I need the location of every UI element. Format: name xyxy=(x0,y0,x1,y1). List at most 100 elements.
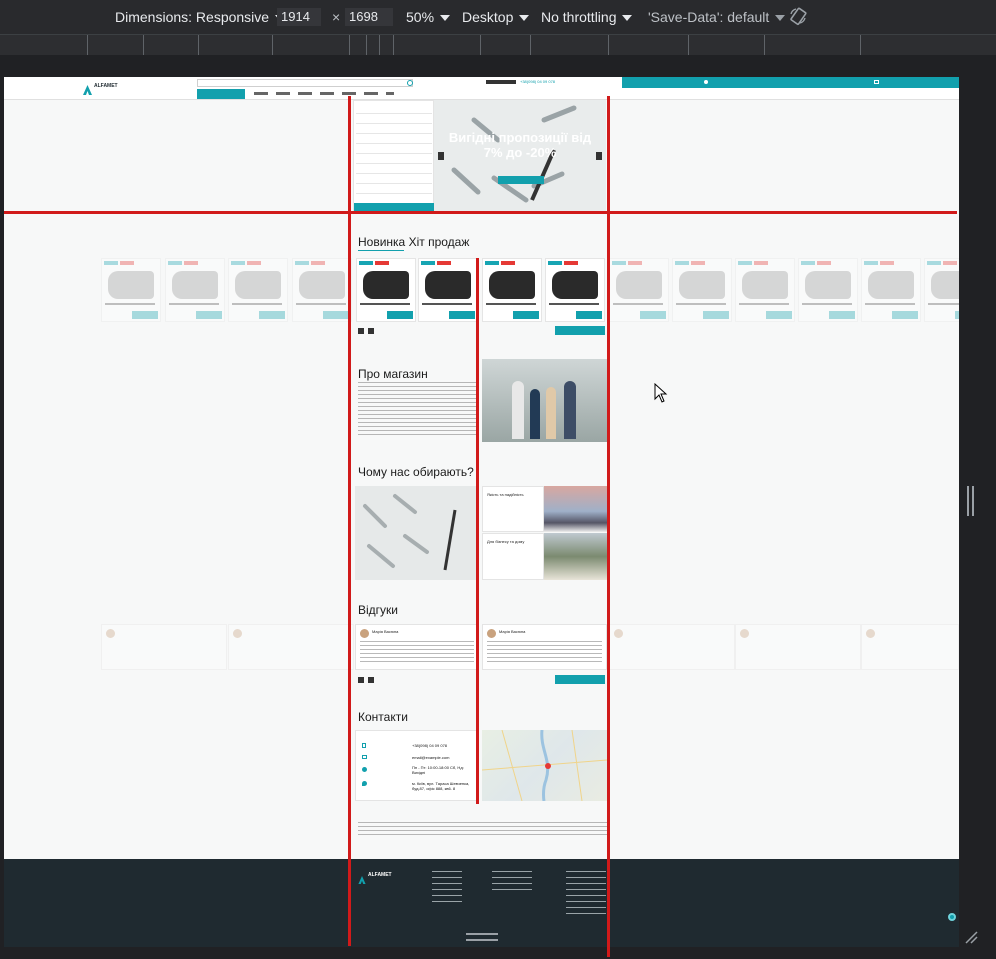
media-query-ruler[interactable] xyxy=(0,34,996,55)
why-card: Якість та надійність xyxy=(482,486,544,532)
review-card: Марія Васюна xyxy=(482,624,607,670)
product-card[interactable] xyxy=(418,258,478,322)
review-card xyxy=(101,624,227,670)
width-input[interactable]: 1914 xyxy=(277,8,321,26)
viewport-resize-handle-bottom[interactable] xyxy=(466,933,498,941)
contacts-card: +38(098) 04 09 078 email@example.com Пн … xyxy=(355,730,479,801)
mouse-cursor-icon xyxy=(654,382,668,408)
cart-icon[interactable] xyxy=(874,80,879,84)
hero-cta-button[interactable] xyxy=(498,176,544,184)
contact-email[interactable]: email@example.com xyxy=(412,755,449,760)
hero-next-arrow[interactable] xyxy=(596,152,602,160)
hero-banner[interactable]: Вигідні пропозиції від 7% до -20% xyxy=(434,100,606,212)
chevron-down-icon xyxy=(622,15,633,22)
why-card-title: Якість та надійність xyxy=(487,492,524,497)
reviewer-name: Марія Васюна xyxy=(499,629,526,634)
clock-icon xyxy=(362,767,367,772)
product-card[interactable] xyxy=(861,258,921,322)
product-card[interactable] xyxy=(482,258,542,322)
page-viewport: ALFAMET +38(098) 04 09 078 Вигідні пропо… xyxy=(4,77,959,859)
review-card xyxy=(228,624,354,670)
logo-mark-icon xyxy=(83,82,92,95)
zoom-dropdown[interactable]: 50% xyxy=(406,9,451,25)
dimensions-dropdown[interactable]: Dimensions: Responsive xyxy=(115,9,286,25)
site-header: ALFAMET +38(098) 04 09 078 xyxy=(4,77,959,100)
footer-nav-links[interactable] xyxy=(432,871,462,905)
viewport-resize-handle-right[interactable] xyxy=(967,486,974,516)
hero-prev-arrow[interactable] xyxy=(438,152,444,160)
product-card[interactable] xyxy=(924,258,959,322)
device-type-dropdown[interactable]: Desktop xyxy=(462,9,530,25)
save-data-label: 'Save-Data': default xyxy=(648,9,770,25)
review-card xyxy=(861,624,959,670)
category-list[interactable] xyxy=(356,104,432,200)
phone-icon xyxy=(362,743,366,748)
seo-text xyxy=(358,822,608,836)
product-card[interactable] xyxy=(609,258,669,322)
footer-contacts xyxy=(566,871,606,915)
product-card[interactable] xyxy=(672,258,732,322)
review-card xyxy=(609,624,735,670)
product-card[interactable] xyxy=(228,258,288,322)
guide-line-center xyxy=(476,258,479,804)
contact-address: м. Київ, вул. Тараса Шевченка, буд.87, о… xyxy=(412,781,470,791)
product-card[interactable] xyxy=(545,258,605,322)
reviews-prev-arrow[interactable] xyxy=(358,677,364,683)
products-prev-arrow[interactable] xyxy=(358,328,364,334)
hero-title: Вигідні пропозиції від 7% до -20% xyxy=(448,130,592,160)
contacts-section-title: Контакти xyxy=(358,710,408,724)
reviews-section-title: Відгуки xyxy=(358,603,399,617)
save-data-dropdown[interactable]: 'Save-Data': default xyxy=(648,9,786,25)
search-icon[interactable] xyxy=(407,80,413,86)
dimension-separator: × xyxy=(332,9,341,25)
guide-line-right xyxy=(607,96,610,957)
viewport-resize-corner-icon[interactable] xyxy=(964,930,978,949)
product-card[interactable] xyxy=(356,258,416,322)
catalog-button[interactable] xyxy=(197,89,245,99)
product-card[interactable] xyxy=(101,258,161,322)
why-us-image xyxy=(355,486,479,580)
review-card: Марія Васюна xyxy=(355,624,479,670)
view-all-reviews-button[interactable] xyxy=(555,675,605,684)
chat-widget-icon[interactable] xyxy=(948,913,956,921)
about-text xyxy=(358,382,476,436)
site-logo[interactable]: ALFAMET xyxy=(94,83,118,89)
social-icons[interactable] xyxy=(486,80,516,84)
contact-hours: Пн - Пт: 10:00-18:00 Сб, Нд: Вихідні xyxy=(412,765,464,775)
user-icon[interactable] xyxy=(704,80,708,84)
site-search-input[interactable] xyxy=(197,79,413,87)
product-card[interactable] xyxy=(292,258,352,322)
footer-logo[interactable]: ALFAMET xyxy=(368,872,392,878)
chevron-down-icon xyxy=(775,15,786,22)
chevron-down-icon xyxy=(519,15,530,22)
header-phone[interactable]: +38(098) 04 09 078 xyxy=(520,79,555,84)
product-card[interactable] xyxy=(735,258,795,322)
category-menu[interactable] xyxy=(353,100,435,212)
devtools-device-toolbar: Dimensions: Responsive 1914 × 1698 50% D… xyxy=(0,0,996,34)
reviews-next-arrow[interactable] xyxy=(368,677,374,683)
contact-phone[interactable]: +38(098) 04 09 078 xyxy=(412,743,447,748)
throttling-label: No throttling xyxy=(541,9,617,25)
view-all-products-button[interactable] xyxy=(555,326,605,335)
products-section-title: Новинка Хіт продаж xyxy=(358,235,470,249)
about-team-photo xyxy=(482,359,607,442)
review-card xyxy=(735,624,861,670)
products-next-arrow[interactable] xyxy=(368,328,374,334)
dimensions-label: Dimensions: Responsive xyxy=(115,9,270,25)
rotate-icon[interactable] xyxy=(788,6,808,29)
mail-icon xyxy=(362,755,367,759)
mountains-image xyxy=(544,486,607,532)
main-nav[interactable] xyxy=(254,92,394,95)
reviewer-name: Марія Васюна xyxy=(372,629,399,634)
header-account-bar[interactable] xyxy=(622,77,959,88)
contacts-map[interactable] xyxy=(482,730,607,801)
height-input[interactable]: 1698 xyxy=(345,8,393,26)
throttling-dropdown[interactable]: No throttling xyxy=(541,9,633,25)
why-card: Для бізнесу та дому xyxy=(482,533,544,580)
product-card[interactable] xyxy=(798,258,858,322)
guide-line-left xyxy=(348,96,351,946)
footer-info-links[interactable] xyxy=(492,871,532,891)
product-card[interactable] xyxy=(165,258,225,322)
zoom-label: 50% xyxy=(406,9,435,25)
all-categories-button[interactable] xyxy=(354,203,435,211)
